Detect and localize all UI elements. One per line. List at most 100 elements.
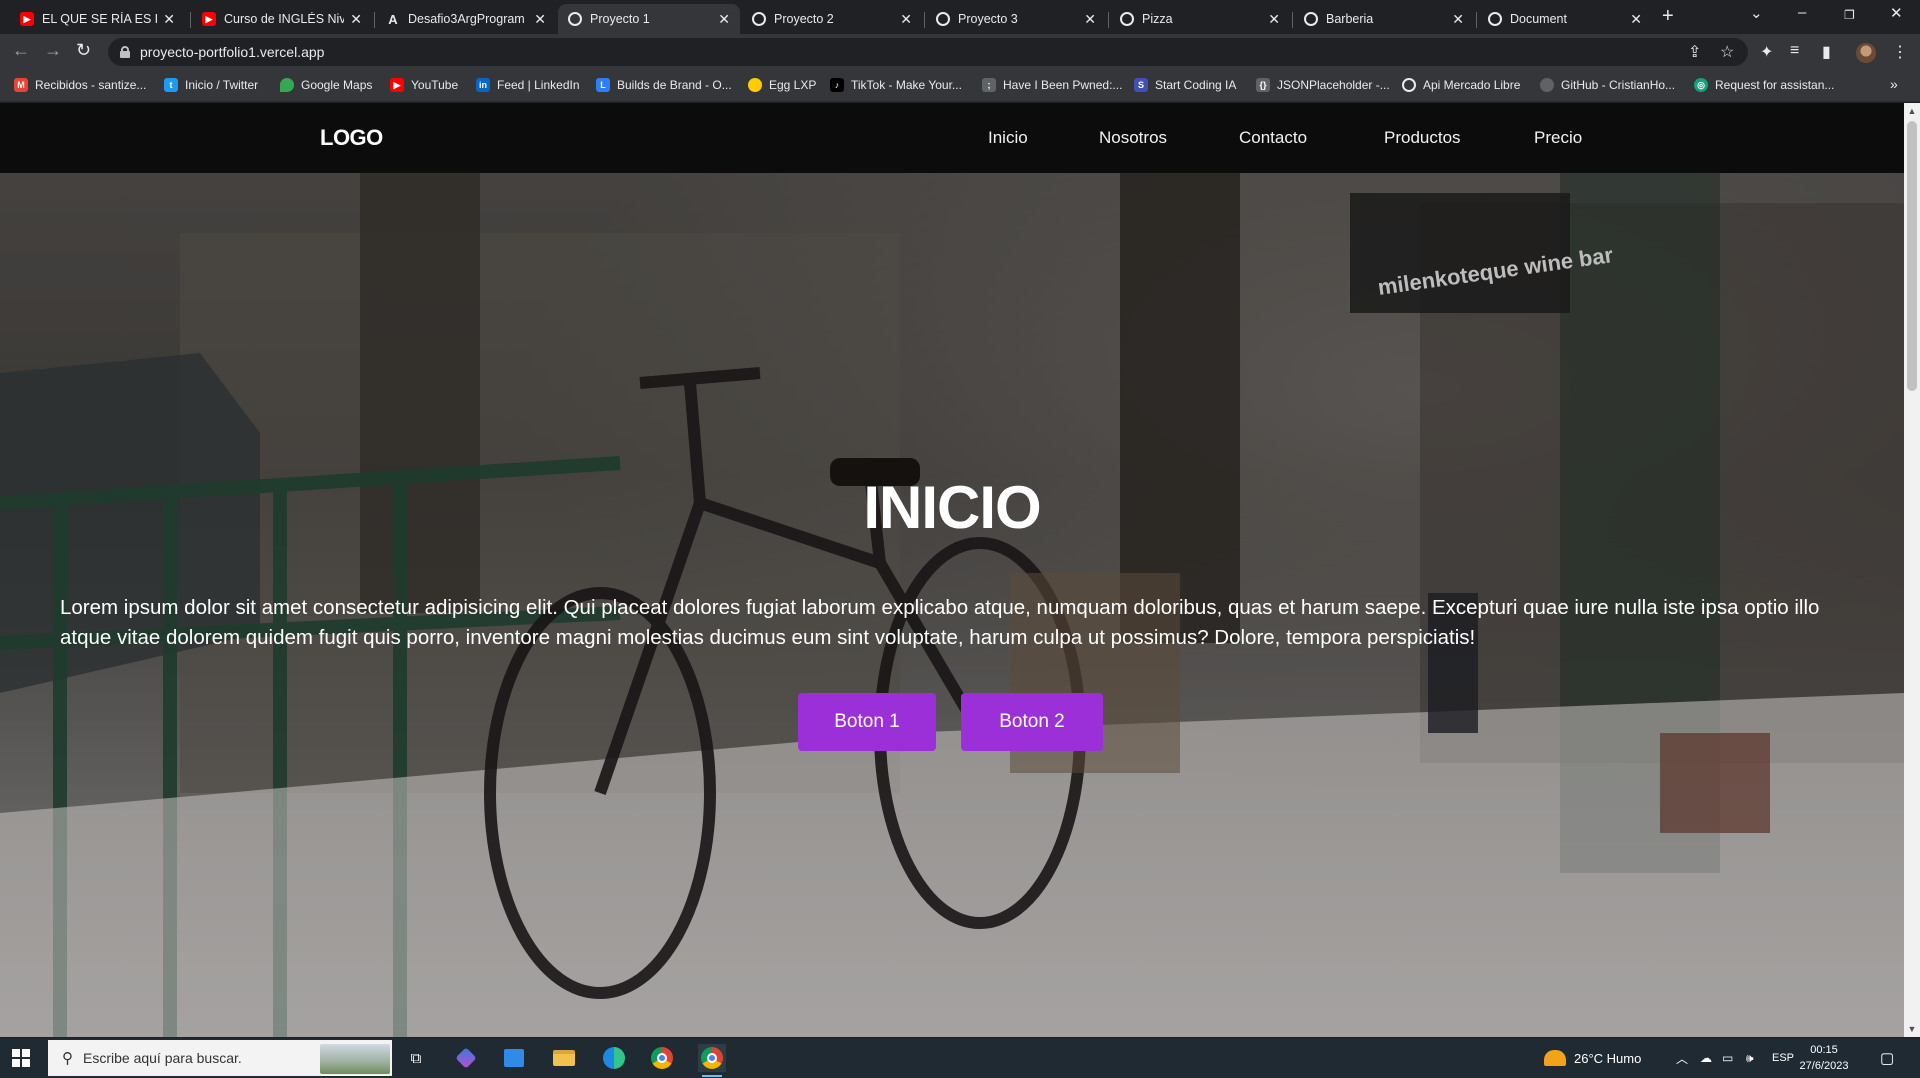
nav-link-precio[interactable]: Precio: [1534, 128, 1582, 148]
pwned-icon: ;: [982, 78, 996, 92]
a-logo-icon: A: [388, 11, 398, 27]
bookmark-pwned[interactable]: ; Have I Been Pwned:...: [982, 78, 1122, 92]
share-icon[interactable]: ⇪: [1688, 42, 1701, 62]
close-icon[interactable]: ✕: [718, 11, 730, 28]
new-tab-plus-icon[interactable]: +: [1662, 5, 1674, 28]
bookmark-mercado-libre[interactable]: Api Mercado Libre: [1402, 78, 1520, 92]
restore-icon[interactable]: ❐: [1844, 8, 1855, 22]
close-icon[interactable]: ✕: [1084, 11, 1096, 28]
edge-icon[interactable]: [600, 1044, 628, 1072]
tray-chevron-icon[interactable]: ︿: [1676, 1038, 1688, 1078]
store-icon[interactable]: [500, 1044, 528, 1072]
tab-desafio[interactable]: A Desafio3ArgProgram ✕: [376, 4, 556, 34]
more-bookmarks-icon[interactable]: »: [1890, 76, 1898, 92]
back-arrow-icon[interactable]: ←: [12, 40, 30, 61]
tiktok-icon: ♪: [830, 78, 844, 92]
profile-avatar[interactable]: [1856, 43, 1876, 63]
close-icon[interactable]: ✕: [1630, 11, 1642, 28]
site-navbar: LOGO Inicio Nosotros Contacto Productos …: [0, 103, 1904, 173]
bookmark-linkedin[interactable]: in Feed | LinkedIn: [476, 78, 580, 92]
tab-proyecto-3[interactable]: Proyecto 3 ✕: [926, 4, 1106, 34]
volume-icon[interactable]: 🕪: [1746, 1038, 1754, 1078]
nav-link-nosotros[interactable]: Nosotros: [1099, 128, 1167, 148]
bookmark-gmail[interactable]: M Recibidos - santize...: [14, 78, 146, 92]
chrome-icon[interactable]: [648, 1044, 676, 1072]
copilot-icon[interactable]: [452, 1044, 480, 1072]
scroll-thumb[interactable]: [1907, 121, 1917, 391]
notifications-icon[interactable]: ▢: [1880, 1038, 1894, 1078]
star-icon[interactable]: ☆: [1720, 42, 1734, 62]
taskbar-clock[interactable]: 00:15 27/6/2023: [1792, 1042, 1856, 1074]
weather-text: 26°C Humo: [1574, 1050, 1642, 1066]
bookmark-start-coding[interactable]: S Start Coding IA: [1134, 78, 1236, 92]
globe-icon: [568, 12, 582, 26]
tab-barberia[interactable]: Barberia ✕: [1294, 4, 1474, 34]
bookmark-egg[interactable]: Egg LXP: [748, 78, 816, 92]
tab-pizza[interactable]: Pizza ✕: [1110, 4, 1290, 34]
youtube-icon: ▶: [202, 12, 216, 26]
language-indicator[interactable]: ESP: [1772, 1038, 1794, 1078]
bookmark-jsonplaceholder[interactable]: {} JSONPlaceholder -...: [1256, 78, 1390, 92]
address-bar[interactable]: proyecto-portfolio1.vercel.app: [108, 38, 1748, 66]
close-icon[interactable]: ✕: [1268, 11, 1280, 28]
media-queue-icon[interactable]: ≡: [1790, 42, 1799, 60]
globe-icon: [1304, 12, 1318, 26]
nav-link-productos[interactable]: Productos: [1384, 128, 1461, 148]
tab-title: Curso de INGLÉS Nive: [224, 12, 345, 26]
close-icon[interactable]: ✕: [534, 11, 546, 28]
egg-icon: [748, 78, 762, 92]
lock-icon[interactable]: [120, 46, 130, 58]
request-icon: ◎: [1694, 78, 1708, 92]
tab-youtube-2[interactable]: ▶ Curso de INGLÉS Nive ✕: [192, 4, 372, 34]
scroll-down-arrow-icon[interactable]: ▼: [1904, 1021, 1920, 1037]
chrome-active-icon[interactable]: [698, 1044, 726, 1077]
close-icon[interactable]: ✕: [163, 11, 175, 28]
json-icon: {}: [1256, 78, 1270, 92]
kebab-menu-icon[interactable]: ⋮: [1892, 42, 1908, 62]
boton-1-button[interactable]: Boton 1: [798, 693, 936, 751]
page-scrollbar[interactable]: ▲ ▼: [1904, 103, 1920, 1037]
reload-icon[interactable]: ↻: [76, 40, 91, 61]
file-explorer-icon[interactable]: [550, 1044, 578, 1072]
tab-proyecto-2[interactable]: Proyecto 2 ✕: [742, 4, 922, 34]
close-icon[interactable]: ✕: [900, 11, 912, 28]
tab-title: EL QUE SE RÍA ES RAC: [42, 12, 157, 26]
tab-youtube-1[interactable]: ▶ EL QUE SE RÍA ES RAC ✕: [10, 4, 185, 34]
nav-link-contacto[interactable]: Contacto: [1239, 128, 1307, 148]
tab-proyecto-1[interactable]: Proyecto 1 ✕: [558, 4, 740, 34]
close-icon[interactable]: ✕: [350, 11, 362, 28]
close-icon[interactable]: ✕: [1452, 11, 1464, 28]
minimize-icon[interactable]: –: [1798, 4, 1806, 21]
nav-link-inicio[interactable]: Inicio: [988, 128, 1028, 148]
tab-title: Pizza: [1142, 12, 1173, 26]
bookmark-tiktok[interactable]: ♪ TikTok - Make Your...: [830, 78, 962, 92]
bookmark-google-maps[interactable]: Google Maps: [280, 78, 372, 92]
twitter-icon: t: [164, 78, 178, 92]
tab-title: Proyecto 3: [958, 12, 1018, 26]
boton-2-button[interactable]: Boton 2: [961, 693, 1103, 751]
onedrive-icon[interactable]: ☁: [1700, 1038, 1712, 1078]
tab-document[interactable]: Document ✕: [1478, 4, 1652, 34]
bookmark-twitter[interactable]: t Inicio / Twitter: [164, 78, 258, 92]
url-text[interactable]: proyecto-portfolio1.vercel.app: [140, 44, 324, 60]
weather-widget[interactable]: 26°C Humo: [1544, 1038, 1641, 1078]
network-icon[interactable]: ▭: [1722, 1038, 1733, 1078]
bookmark-github[interactable]: GitHub - CristianHo...: [1540, 78, 1675, 92]
extensions-puzzle-icon[interactable]: ✦: [1760, 42, 1773, 62]
bookmark-request[interactable]: ◎ Request for assistan...: [1694, 78, 1834, 92]
globe-icon: [1402, 78, 1416, 92]
tab-search-chevron-icon[interactable]: ⌄: [1750, 4, 1763, 22]
forward-arrow-icon[interactable]: →: [44, 40, 62, 61]
site-logo[interactable]: LOGO: [320, 125, 383, 151]
globe-icon: [936, 12, 950, 26]
side-panel-icon[interactable]: ▮: [1822, 42, 1831, 62]
task-view-icon[interactable]: ⧉: [402, 1044, 430, 1072]
close-window-icon[interactable]: ✕: [1890, 4, 1903, 22]
bookmark-builds[interactable]: L Builds de Brand - O...: [596, 78, 732, 92]
maps-icon: [280, 78, 294, 92]
taskbar-search-box[interactable]: ⚲ Escribe aquí para buscar.: [48, 1040, 392, 1076]
scroll-up-arrow-icon[interactable]: ▲: [1904, 103, 1920, 119]
windows-start-icon[interactable]: [12, 1049, 30, 1067]
bookmark-youtube[interactable]: ▶ YouTube: [390, 78, 458, 92]
tab-title: Desafio3ArgProgram: [408, 12, 525, 26]
